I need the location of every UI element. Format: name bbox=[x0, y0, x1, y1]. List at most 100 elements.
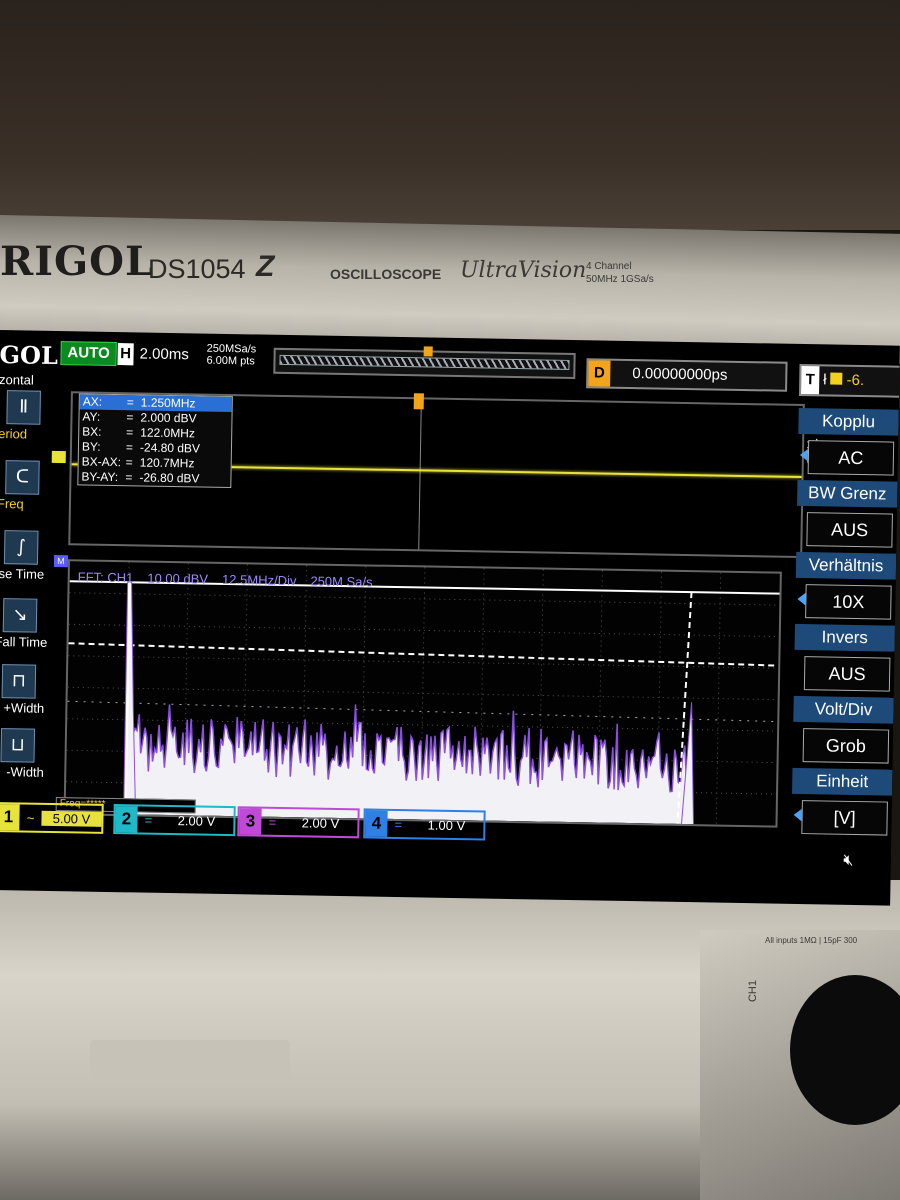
fft-scale: 10.00 dBV bbox=[147, 570, 209, 587]
channel-2-status[interactable]: 2 = 2.00 V bbox=[113, 804, 236, 837]
equals-sign: = bbox=[125, 470, 133, 485]
timebase-value: 2.00ms bbox=[139, 345, 189, 364]
cursor-by-line bbox=[67, 700, 778, 723]
menu-volt-div[interactable]: Volt/Div Grob bbox=[793, 695, 894, 768]
menu-coupling-title: Kopplu bbox=[798, 407, 899, 436]
run-mode-indicator[interactable]: AUTO bbox=[60, 341, 117, 367]
measure-rise-time-label: ise Time bbox=[0, 565, 45, 582]
measure-pos-width-label: +Width bbox=[3, 700, 45, 716]
equals-sign: = bbox=[125, 440, 134, 455]
cursor-value: 1.250MHz bbox=[140, 395, 196, 411]
menu-coupling-value: AC bbox=[807, 440, 895, 476]
positive-width-icon: ⊓ bbox=[1, 664, 37, 699]
screen-logo: GOL bbox=[0, 339, 59, 371]
menu-invert[interactable]: Invers AUS bbox=[794, 623, 895, 696]
channel-2-number: 2 bbox=[115, 806, 138, 833]
trigger-position-marker-icon[interactable] bbox=[413, 393, 424, 410]
math-marker-icon[interactable]: M bbox=[53, 554, 69, 568]
menu-probe-ratio-value: 10X bbox=[805, 584, 892, 620]
scope-screen: GOL AUTO H 2.00ms 250MSa/s 6.00M pts D 0.0… bbox=[0, 330, 900, 906]
menu-bw-limit-value: AUS bbox=[806, 512, 893, 548]
specs-line-2: 50MHz 1GSa/s bbox=[586, 274, 654, 285]
channel-menu: Kopplu AC BW Grenz AUS Verhältnis 10X In… bbox=[792, 407, 899, 836]
ch1-offset-marker-icon[interactable] bbox=[51, 450, 66, 464]
measure-neg-width[interactable]: ⊔ -Width bbox=[0, 728, 51, 785]
memory-position-bar[interactable] bbox=[273, 346, 576, 380]
device-foot bbox=[90, 1040, 290, 1080]
speaker-mute-icon[interactable]: 🔇︎ bbox=[821, 844, 877, 877]
fft-rate: 250M Sa/s bbox=[310, 573, 373, 590]
series-label: UltraVision bbox=[460, 258, 587, 283]
period-icon: Ⅱ bbox=[6, 390, 41, 425]
fall-time-icon: ↘ bbox=[2, 598, 38, 633]
measure-freq[interactable]: ᑕ Freq bbox=[0, 460, 56, 517]
measure-freq-label: Freq bbox=[0, 495, 24, 512]
measure-menu-title: zontal bbox=[0, 371, 34, 388]
channel-1-number: 1 bbox=[0, 804, 20, 831]
measure-rise-time[interactable]: ∫ ise Time bbox=[0, 530, 55, 587]
negative-width-icon: ⊔ bbox=[0, 728, 36, 763]
fft-grid-hline bbox=[68, 623, 779, 638]
measure-pos-width[interactable]: ⊓ +Width bbox=[0, 664, 52, 721]
cursor-key: BX-AX: bbox=[81, 454, 122, 470]
memory-depth: 6.00M pts bbox=[206, 354, 255, 368]
dc-coupling-icon: = bbox=[144, 812, 153, 828]
device-type-label: OSCILLOSCOPE bbox=[330, 266, 442, 282]
cursor-value: 120.7MHz bbox=[139, 455, 195, 471]
measure-menu: zontal Ⅱ eriod ᑕ Freq ∫ ise Time ↘ Fall … bbox=[0, 372, 57, 803]
channel-3-number: 3 bbox=[239, 808, 262, 835]
menu-volt-div-title: Volt/Div bbox=[793, 695, 894, 724]
dc-coupling-icon: = bbox=[268, 814, 277, 830]
acquisition-info: 250MSa/s 6.00M pts bbox=[206, 343, 256, 368]
memory-trigger-marker-icon bbox=[423, 346, 433, 357]
measure-neg-width-label: -Width bbox=[6, 764, 44, 780]
rise-time-icon: ∫ bbox=[3, 530, 39, 565]
delay-readout[interactable]: D 0.00000000ps bbox=[586, 358, 788, 392]
measure-fall-time-label: Fall Time bbox=[0, 633, 48, 650]
channel-4-scale: 1.00 V bbox=[427, 817, 466, 833]
channel-4-status[interactable]: 4 = 1.00 V bbox=[363, 808, 486, 841]
trigger-level: -6. bbox=[846, 371, 865, 390]
ch1-input-label: CH1 bbox=[747, 979, 760, 1003]
delay-icon: D bbox=[588, 360, 611, 387]
fft-source: FFT: CH1 bbox=[77, 569, 134, 586]
menu-bw-limit[interactable]: BW Grenz AUS bbox=[796, 479, 898, 552]
channel-3-status[interactable]: 3 = 2.00 V bbox=[237, 806, 360, 839]
fft-window: FFT: CH1 10.00 dBV 12.5MHz/Div 250M Sa/s bbox=[63, 559, 782, 828]
model-name: DS1054 bbox=[148, 254, 246, 284]
channel-2-scale: 2.00 V bbox=[177, 812, 216, 829]
cursor-key: AX: bbox=[82, 394, 103, 409]
fft-grid-hline bbox=[67, 718, 778, 732]
brand-logo: RIGOL bbox=[0, 238, 155, 285]
grid-center-line bbox=[418, 399, 422, 550]
delay-value: 0.00000000ps bbox=[632, 365, 728, 384]
menu-bw-limit-title: BW Grenz bbox=[797, 479, 898, 508]
specs-line-1: 4 Channel bbox=[586, 261, 632, 272]
cursor-key: BY: bbox=[81, 439, 101, 454]
menu-invert-value: AUS bbox=[803, 656, 891, 692]
channel-1-status[interactable]: 1 ~ 5.00 V bbox=[0, 801, 104, 834]
measure-fall-time[interactable]: ↘ Fall Time bbox=[0, 598, 53, 655]
menu-probe-ratio-title: Verhältnis bbox=[795, 551, 897, 580]
timebase-readout[interactable]: H 2.00ms bbox=[117, 343, 197, 366]
channel-4-number: 4 bbox=[365, 810, 388, 837]
cursor-key: BX: bbox=[82, 424, 102, 439]
measure-period[interactable]: Ⅱ eriod bbox=[0, 390, 57, 447]
model-suffix: Z bbox=[256, 250, 275, 283]
menu-volt-div-value: Grob bbox=[802, 728, 890, 764]
equals-sign: = bbox=[126, 395, 134, 410]
trigger-icon: T bbox=[801, 365, 820, 395]
cursor-value: 2.000 dBV bbox=[140, 410, 197, 426]
memory-waveform-preview bbox=[279, 354, 570, 370]
menu-coupling[interactable]: Kopplu AC bbox=[798, 407, 899, 480]
cursor-value: -26.80 dBV bbox=[139, 470, 200, 486]
ac-coupling-icon: ~ bbox=[26, 810, 35, 826]
horizontal-icon: H bbox=[117, 343, 134, 366]
trigger-readout[interactable]: Tł -6. bbox=[798, 363, 900, 398]
sample-rate: 250MSa/s bbox=[206, 342, 257, 356]
menu-probe-ratio[interactable]: Verhältnis 10X bbox=[795, 551, 897, 624]
fft-plot bbox=[66, 562, 780, 825]
menu-unit-title: Einheit bbox=[792, 767, 893, 796]
cursor-value: -24.80 dBV bbox=[139, 440, 201, 456]
trigger-edge-icon: ł bbox=[823, 371, 827, 389]
